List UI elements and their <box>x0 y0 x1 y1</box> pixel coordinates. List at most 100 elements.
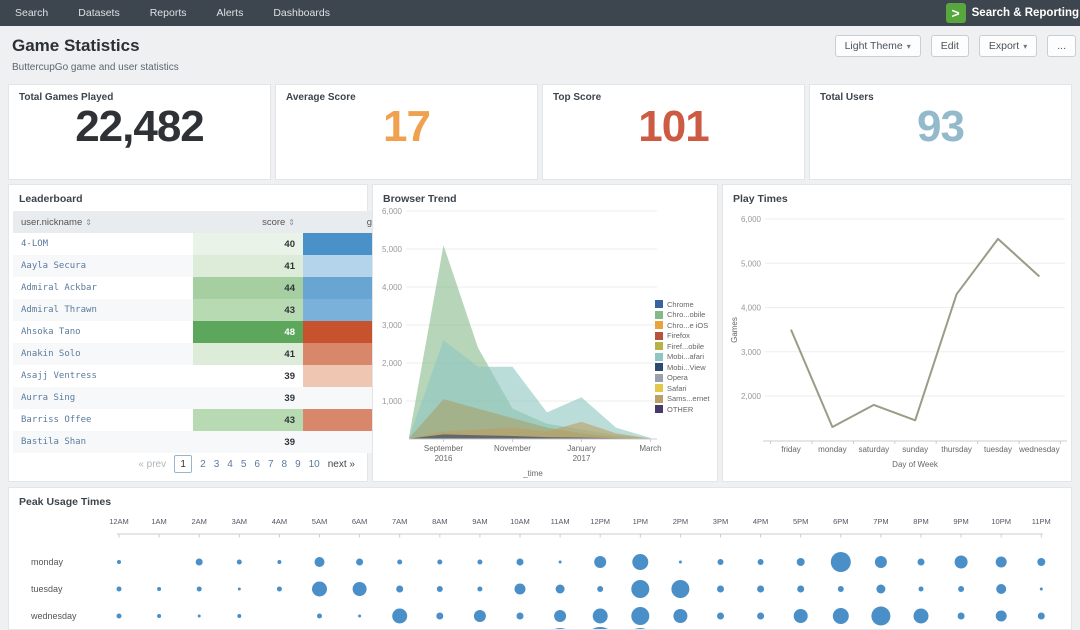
cell-nickname[interactable]: 4-LOM <box>13 233 193 255</box>
svg-text:Games: Games <box>730 317 739 343</box>
cell-nickname[interactable]: Admiral Thrawn <box>13 299 193 321</box>
legend-item[interactable]: Mobi...View <box>655 362 710 373</box>
svg-text:November: November <box>494 444 531 453</box>
theme-select-button[interactable]: Light Theme ▾ <box>834 35 921 57</box>
legend-item[interactable]: Sams...ernet <box>655 394 710 405</box>
svg-text:sunday: sunday <box>902 445 928 454</box>
pager-page-1[interactable]: 1 <box>174 455 193 473</box>
pagination: « prev 1 2 3 4 5 6 7 8 9 10 next » <box>138 455 355 473</box>
legend-label: Sams...ernet <box>667 394 710 404</box>
dashboard-header: Game Statistics ButtercupGo game and use… <box>0 26 1080 84</box>
legend-label: Chrome <box>667 299 694 309</box>
table-row: Admiral Ackbar4484 <box>13 277 413 299</box>
pager-page-7[interactable]: 7 <box>268 459 274 470</box>
nav-item-reports[interactable]: Reports <box>135 0 202 26</box>
legend-item[interactable]: Safari <box>655 383 710 394</box>
svg-text:5PM: 5PM <box>793 517 808 526</box>
chart-legend: Chrome Chro...obile Chro...e iOS Firefox Fir… <box>655 299 710 415</box>
pager-prev[interactable]: « prev <box>138 459 166 470</box>
pager-next[interactable]: next » <box>328 459 355 470</box>
nav-item-dashboards[interactable]: Dashboards <box>258 0 345 26</box>
pager-page-3[interactable]: 3 <box>214 459 220 470</box>
legend-label: Chro...e iOS <box>667 320 709 330</box>
cell-score[interactable]: 41 <box>193 255 303 277</box>
cell-score[interactable]: 43 <box>193 299 303 321</box>
nav-item-search[interactable]: Search <box>0 0 63 26</box>
sort-icon: ⇕ <box>85 217 92 227</box>
column-header-user.nickname[interactable]: user.nickname ⇕ <box>13 211 193 233</box>
legend-label: Mobi...afari <box>667 352 705 362</box>
cell-nickname[interactable]: Asajj Ventress <box>13 365 193 387</box>
legend-item[interactable]: Chro...obile <box>655 310 710 321</box>
svg-text:2,000: 2,000 <box>741 392 762 401</box>
caret-down-icon: ▾ <box>1023 42 1028 51</box>
cell-score[interactable]: 48 <box>193 321 303 343</box>
svg-text:1PM: 1PM <box>633 517 648 526</box>
cell-nickname[interactable]: Bastila Shan <box>13 431 193 453</box>
svg-text:11AM: 11AM <box>551 517 570 526</box>
leaderboard-table: user.nickname⇕score⇕games⇕ 4-LOM4050Aayl… <box>13 211 413 453</box>
column-header-score[interactable]: score ⇕ <box>193 211 303 233</box>
legend-item[interactable]: Mobi...afari <box>655 352 710 363</box>
nav-items: Search Datasets Reports Alerts Dashboards <box>0 0 345 26</box>
peak-usage-panel: Peak Usage Times 12AM 1AM 2AM 3AM 4AM 5AM 6AM 7… <box>8 487 1072 630</box>
svg-text:9AM: 9AM <box>472 517 487 526</box>
page-subtitle: ButtercupGo game and user statistics <box>12 62 179 73</box>
pager-page-4[interactable]: 4 <box>227 459 233 470</box>
app-name[interactable]: Search & Reporting <box>972 7 1079 19</box>
pager-page-6[interactable]: 6 <box>254 459 260 470</box>
cell-nickname[interactable]: Aurra Sing <box>13 387 193 409</box>
legend-swatch-icon <box>655 394 663 403</box>
pager-page-9[interactable]: 9 <box>295 459 301 470</box>
cell-nickname[interactable]: Anakin Solo <box>13 343 193 365</box>
cell-score[interactable]: 39 <box>193 387 303 409</box>
legend-label: Opera <box>667 373 688 383</box>
svg-text:9PM: 9PM <box>953 517 968 526</box>
legend-item[interactable]: Firefox <box>655 331 710 342</box>
cell-score[interactable]: 41 <box>193 343 303 365</box>
cell-nickname[interactable]: Admiral Ackbar <box>13 277 193 299</box>
legend-item[interactable]: Chro...e iOS <box>655 320 710 331</box>
pager-page-2[interactable]: 2 <box>200 459 206 470</box>
kpi-value: 93 <box>917 102 965 151</box>
nav-item-datasets[interactable]: Datasets <box>63 0 134 26</box>
pager-page-8[interactable]: 8 <box>282 459 288 470</box>
svg-text:10AM: 10AM <box>510 517 530 526</box>
cell-score[interactable]: 39 <box>193 431 303 453</box>
cell-nickname[interactable]: Aayla Secura <box>13 255 193 277</box>
legend-item[interactable]: Firef...obile <box>655 341 710 352</box>
pager-page-10[interactable]: 10 <box>309 459 320 470</box>
svg-text:6PM: 6PM <box>833 517 848 526</box>
table-row: Barriss Offee43640 <box>13 409 413 431</box>
cell-nickname[interactable]: Ahsoka Tano <box>13 321 193 343</box>
edit-button[interactable]: Edit <box>930 35 969 57</box>
cell-score[interactable]: 40 <box>193 233 303 255</box>
splunk-logo-icon[interactable]: > <box>945 3 966 23</box>
cell-score[interactable]: 43 <box>193 409 303 431</box>
export-button[interactable]: Export ▾ <box>978 35 1038 57</box>
nav-item-alerts[interactable]: Alerts <box>201 0 258 26</box>
sort-icon: ⇕ <box>288 217 295 227</box>
svg-text:3,000: 3,000 <box>741 348 762 357</box>
svg-text:8PM: 8PM <box>913 517 928 526</box>
legend-label: Mobi...View <box>667 362 706 372</box>
svg-text:3AM: 3AM <box>232 517 247 526</box>
legend-item[interactable]: OTHER <box>655 404 710 415</box>
legend-item[interactable]: Opera <box>655 373 710 384</box>
legend-label: Safari <box>667 383 687 393</box>
leaderboard-panel: Leaderboard user.nickname⇕score⇕games⇕ 4… <box>8 184 413 482</box>
legend-swatch-icon <box>655 300 663 309</box>
cell-score[interactable]: 44 <box>193 277 303 299</box>
svg-text:wednesday: wednesday <box>30 611 77 621</box>
export-label: Export <box>988 40 1020 52</box>
svg-text:monday: monday <box>31 557 64 567</box>
table-row: 4-LOM4050 <box>13 233 413 255</box>
cell-score[interactable]: 39 <box>193 365 303 387</box>
table-header-row: user.nickname⇕score⇕games⇕ <box>13 211 413 233</box>
top-nav: Search Datasets Reports Alerts Dashboards > … <box>0 0 1080 26</box>
logo-chevron-glyph: > <box>951 5 960 21</box>
more-actions-button[interactable]: ... <box>1047 35 1076 57</box>
pager-page-5[interactable]: 5 <box>241 459 247 470</box>
cell-nickname[interactable]: Barriss Offee <box>13 409 193 431</box>
legend-item[interactable]: Chrome <box>655 299 710 310</box>
